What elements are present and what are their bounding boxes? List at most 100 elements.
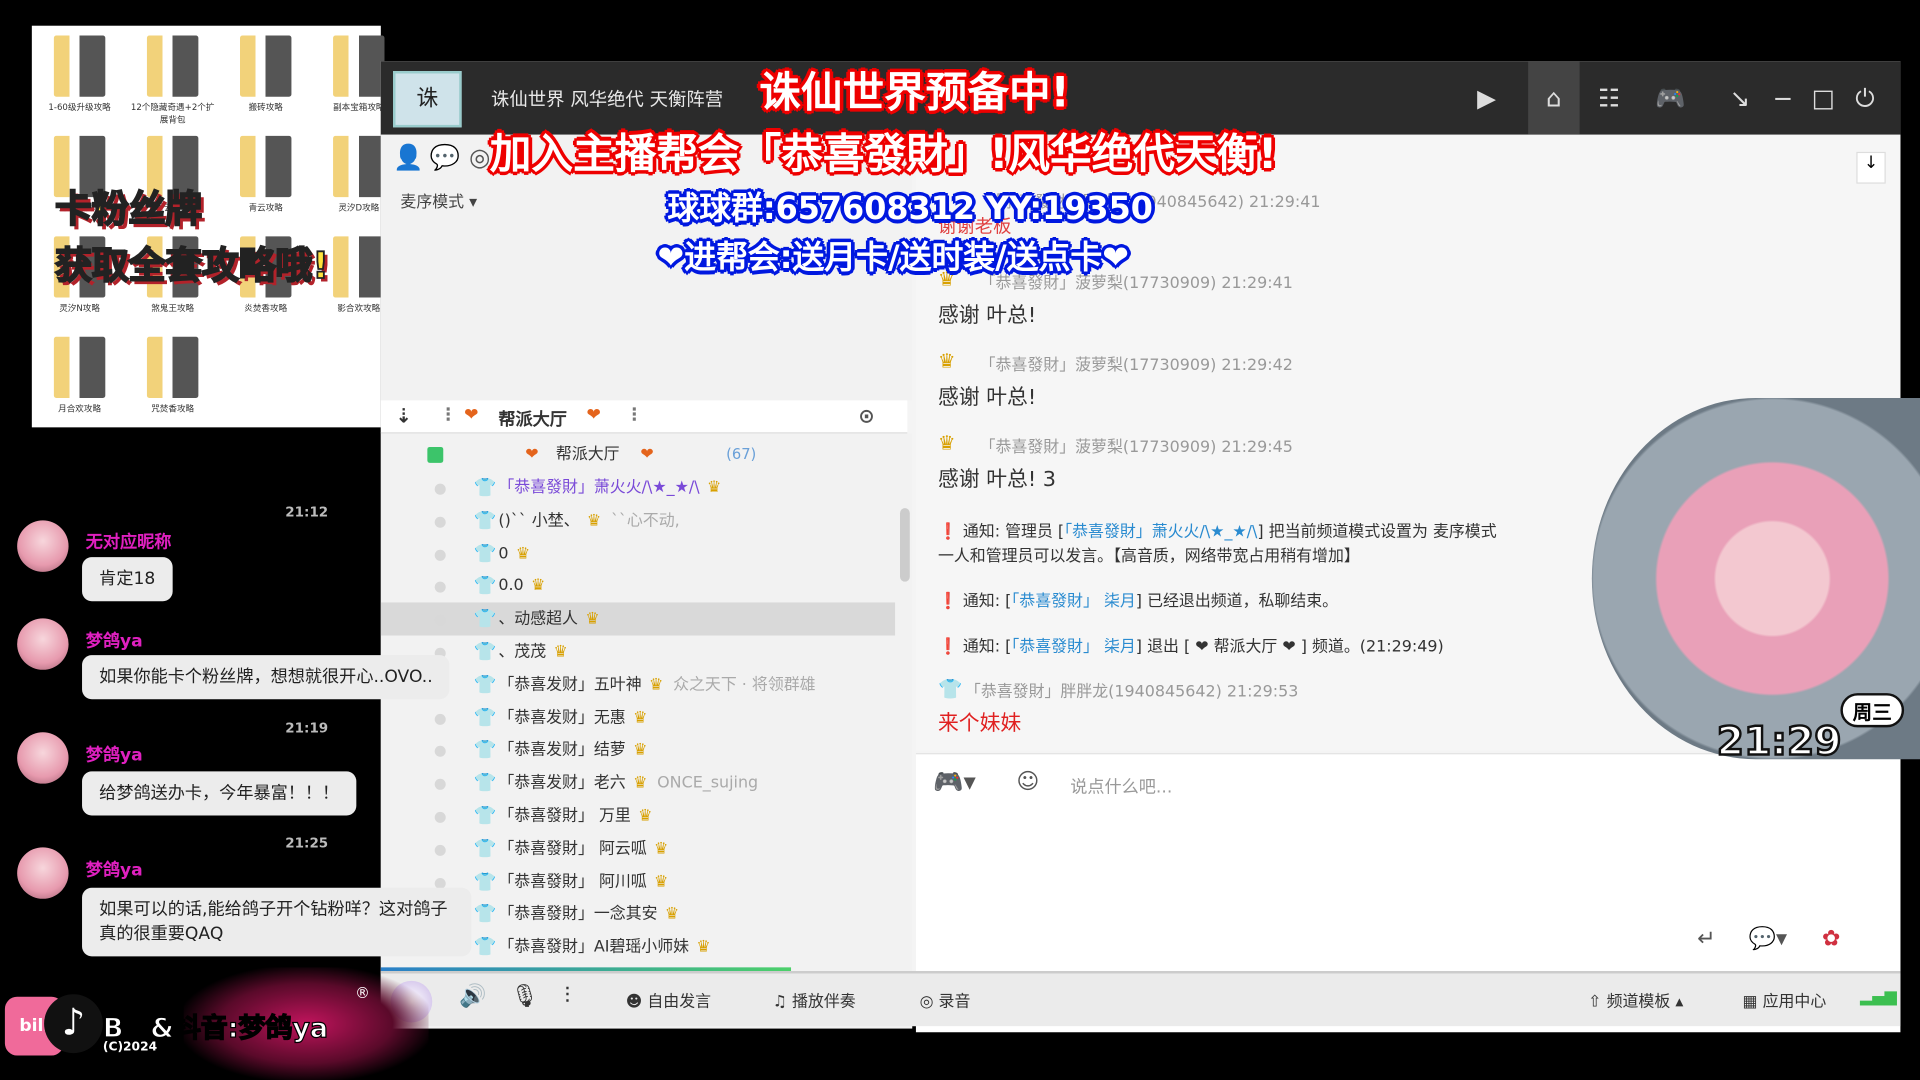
folder-icon [240, 35, 292, 97]
folder-item[interactable]: 12个隐藏奇遇+2个扩展背包 [130, 35, 216, 127]
scroll-down-icon[interactable]: ↓ [1856, 151, 1886, 184]
location-pin-icon[interactable]: ⊙ [858, 404, 874, 427]
free-speak-label: 自由发言 [647, 993, 712, 1012]
user-icon[interactable]: 👤 [393, 142, 423, 171]
play-music-button[interactable]: ♫ 播放伴奏 [773, 988, 856, 1011]
member-name: 「恭喜發財」萧火火/\★_★/\ [498, 478, 700, 498]
folder-item[interactable]: 月合欢攻略 [37, 336, 123, 415]
folder-item[interactable]: 咒焚香攻略 [130, 336, 216, 415]
chat-username: 梦鸽ya [85, 631, 143, 652]
collapse-icon[interactable]: ⇣ [396, 404, 412, 427]
member-row[interactable]: 👕 、动感超人 ♛ [380, 602, 896, 636]
member-row[interactable]: 👕 「恭喜發財」萧火火/\★_★/\ ♛ [381, 471, 895, 504]
chat-timestamp: 21:19 [285, 720, 329, 736]
free-speak-button[interactable]: ☻ 自由发言 [626, 988, 711, 1011]
member-name: ()`` 小埜、 [498, 511, 580, 530]
collapse-toggle[interactable] [427, 446, 444, 463]
member-row[interactable]: 👕 「恭喜发财」结萝 ♛ [381, 734, 895, 767]
flower-icon[interactable]: ✿ [1822, 926, 1840, 952]
record-icon: ◎ [919, 993, 939, 1012]
user-link[interactable]: 「恭喜發財」萧火火/\★_★/\ [1064, 523, 1257, 541]
overlay-contact: 球球群:657608312 YY:19350 [667, 191, 1153, 228]
folder-item[interactable]: 搬砖攻略 [223, 35, 309, 114]
crown-icon: ♛ [515, 544, 531, 563]
channel-root[interactable]: ❤ 帮派大厅 ❤ (67) [381, 438, 895, 471]
folder-label: 1-60级升级攻略 [48, 102, 111, 113]
app-center-button[interactable]: ▦ 应用中心 [1742, 988, 1826, 1011]
crown-icon: ♛ [664, 905, 680, 924]
template-icon: ⇧ [1588, 993, 1607, 1012]
mode-dropdown[interactable]: 麦序模式 ▾ [400, 189, 477, 212]
folder-label: 咒焚香攻略 [151, 404, 195, 414]
more-icon[interactable]: ⋮ [626, 405, 643, 425]
message-body: 感谢 叶总! [937, 385, 1037, 411]
member-row[interactable]: 👕 、茂茂 ♛ [381, 636, 895, 669]
gamepad-emoji-icon[interactable]: 🎮▾ [933, 767, 976, 796]
home-icon[interactable]: ⌂ [1528, 61, 1580, 135]
folder-item[interactable]: 1-60级升级攻略 [37, 35, 123, 114]
folder-icon [146, 336, 199, 398]
alert-icon: ❗ [937, 637, 958, 657]
channel-bar: ⇣ ⋮ ❤ 帮派大厅 ❤ ⋮ ⊙ [380, 400, 908, 434]
heart-icon: ❤ [586, 405, 601, 425]
member-row[interactable]: 👕 0.0 ♛ [381, 570, 895, 603]
maximize-icon[interactable]: □ [1805, 81, 1842, 115]
speaker-icon[interactable]: 🔊 [459, 983, 486, 1009]
notice: ❗ 通知: 管理员 [「恭喜發財」萧火火/\★_★/\] 把当前频道模式设置为 … [938, 518, 1497, 541]
member-signature: ONCE_sujing [657, 774, 759, 793]
folder-icon [333, 35, 385, 97]
member-row[interactable]: 👕 ()`` 小埜、 ♛ ``心不动, [381, 504, 895, 537]
member-row[interactable]: 👕 「恭喜发财」五叶神 ♛ 众之天下 · 将领群雄 [381, 668, 895, 701]
location-icon[interactable]: ◎ [469, 142, 490, 171]
chat-bubble-icon[interactable]: 💬▾ [1749, 926, 1788, 952]
crown-icon: ♛ [696, 938, 711, 957]
minimize-icon[interactable]: − [1765, 81, 1802, 115]
crown-icon: ♛ [633, 708, 648, 727]
user-link[interactable]: 「恭喜發財」 柒月 [1011, 638, 1135, 656]
font-style-icon[interactable]: ☺ [1016, 769, 1039, 795]
microphone-icon[interactable]: 🎙 [511, 983, 539, 1009]
avatar [17, 732, 69, 784]
member-signature: ``心不动, [610, 511, 680, 530]
folder-icon [333, 135, 385, 198]
member-row[interactable]: 👕 0 ♛ [381, 537, 895, 570]
member-row[interactable]: 👕 「恭喜发财」老六 ♛ ONCE_sujing [381, 767, 895, 800]
channel-title: 诛仙世界 风华绝代 天衡阵营 [491, 88, 724, 111]
member-row[interactable]: 👕 「恭喜發財」 阿云呱 ♛ [381, 832, 895, 865]
folder-label: 煞鬼王攻略 [151, 303, 195, 314]
minimize-to-tray-icon[interactable]: ↘ [1722, 81, 1759, 115]
status-dot [434, 516, 446, 528]
role-shirt-icon: 👕 [473, 509, 497, 532]
gamepad-icon[interactable]: 🎮 [1652, 81, 1689, 115]
folder-label: 搬砖攻略 [248, 102, 283, 113]
folder-item[interactable]: 青云攻略 [223, 135, 309, 214]
channel-template-button[interactable]: ⇧ 频道模板 ▴ [1588, 988, 1683, 1011]
promo-line-2: 获取全套攻略哦! [54, 244, 330, 289]
notice-text: 通知: 管理员 [ [962, 522, 1065, 542]
power-icon[interactable]: ⏻ [1847, 81, 1884, 115]
role-shirt-icon: 👕 [473, 771, 497, 794]
status-dot [434, 844, 446, 856]
role-shirt-icon: 👕 [473, 706, 497, 729]
folder-icon [53, 35, 106, 97]
record-button[interactable]: ◎ 录音 [920, 988, 971, 1011]
more-icon[interactable]: ⋮ [440, 405, 457, 425]
user-link[interactable]: 「恭喜發財」 柒月 [1011, 593, 1135, 611]
status-dot [434, 549, 446, 561]
channel-root-name: 帮派大厅 [555, 445, 620, 465]
chat-timestamp: 21:12 [285, 504, 329, 521]
list-icon[interactable]: ☷ [1591, 81, 1628, 115]
mode-label: 麦序模式 [400, 193, 465, 212]
message-body: 来个妹妹 [937, 711, 1022, 736]
equalizer-icon[interactable]: ⫶ [564, 983, 570, 1009]
member-row[interactable]: 👕 「恭喜發財」 万里 ♛ [381, 800, 895, 833]
send-enter-icon[interactable]: ↵ [1697, 926, 1715, 952]
role-shirt-icon: 👕 [473, 574, 497, 597]
chat-username: 无对应昵称 [85, 532, 172, 553]
video-icon[interactable]: ▶ [1468, 81, 1505, 115]
chat-icon[interactable]: 💬 [430, 142, 460, 171]
message-input[interactable]: 说点什么吧... [1070, 774, 1172, 798]
folder-icon [146, 35, 199, 97]
member-row[interactable]: 👕 「恭喜发财」无惠 ♛ [381, 701, 895, 734]
scrollbar[interactable] [900, 508, 910, 582]
